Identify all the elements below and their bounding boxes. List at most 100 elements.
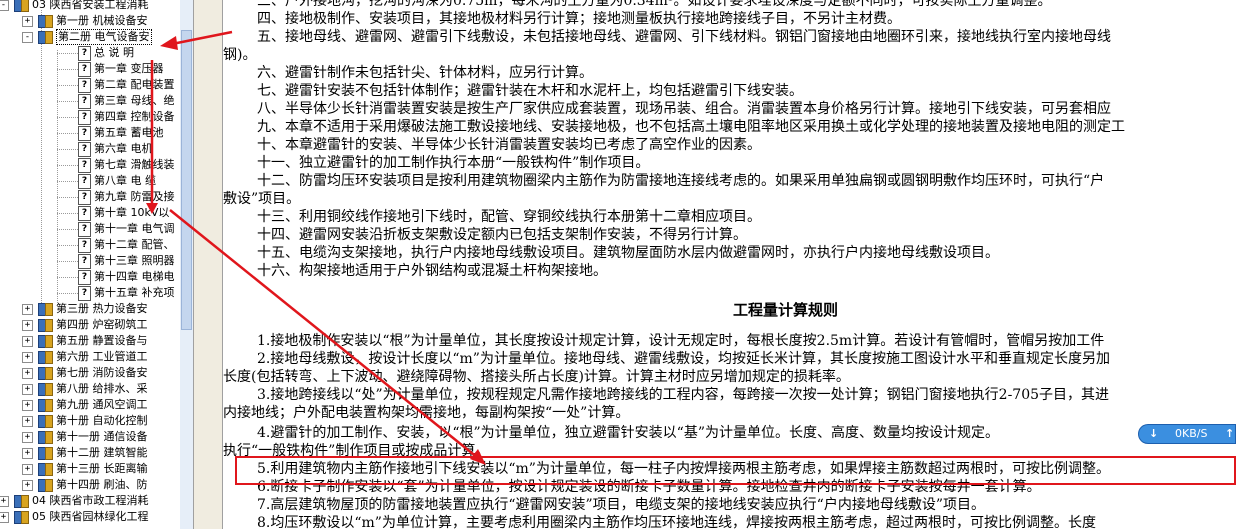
tree-node[interactable]: ? 第十四章 电梯电 (0, 269, 180, 285)
tree-node-label: 第十四册 刷油、防 (56, 478, 148, 491)
expand-toggle-icon[interactable]: + (22, 16, 33, 27)
pane-splitter[interactable] (193, 0, 223, 529)
content-line: 十一、独立避雷针的加工制作执行本册“一般铁构件”制作项目。 (257, 155, 650, 171)
tree-node[interactable]: ? 第二章 配电装置 (0, 77, 180, 93)
expand-toggle-icon[interactable]: + (22, 352, 33, 363)
book-icon (38, 334, 53, 348)
book-icon (14, 0, 29, 12)
tree-node[interactable]: + 第八册 给排水、采 (0, 381, 180, 397)
tree-node-label: 第五册 静置设备与 (56, 334, 148, 347)
book-icon (38, 30, 53, 44)
expand-toggle-icon[interactable]: + (22, 336, 33, 347)
tree-node-label: 第三章 母线、绝 (94, 94, 175, 107)
tree-node[interactable]: ? 第五章 蓄电池 (0, 125, 180, 141)
tree-node[interactable]: ? 第六章 电机 (0, 141, 180, 157)
expand-toggle-icon[interactable]: + (22, 448, 33, 459)
content-line: 六、避雷针制作未包括针尖、针体材料，应另行计算。 (257, 65, 593, 81)
help-page-icon: ? (78, 270, 91, 285)
collapse-toggle-icon[interactable]: - (22, 32, 33, 43)
tree-node[interactable]: + 第三册 热力设备安 (0, 301, 180, 317)
tree-node[interactable]: - 第二册 电气设备安 (0, 29, 180, 45)
expand-toggle-icon[interactable]: + (22, 416, 33, 427)
expand-toggle-icon[interactable]: + (22, 384, 33, 395)
tree-node[interactable]: + 第七册 消防设备安 (0, 365, 180, 381)
book-icon (38, 398, 53, 412)
tree-node[interactable]: ? 第十二章 配管、 (0, 237, 180, 253)
book-icon (38, 414, 53, 428)
tree-scrollbar-thumb[interactable] (181, 30, 192, 330)
tree-node[interactable]: ? 第十一章 电气调 (0, 221, 180, 237)
tree-node[interactable]: ? 第十五章 补充项 (0, 285, 180, 301)
tree-guide-branch (57, 197, 78, 198)
tree-node[interactable]: ? 第三章 母线、绝 (0, 93, 180, 109)
expand-toggle-icon[interactable]: + (0, 496, 9, 507)
help-page-icon: ? (78, 254, 91, 269)
content-line: 1.接地极制作安装以“根”为计量单位，其长度按设计规定计算，设计无规定时，每根长… (257, 333, 1105, 349)
tree-node[interactable]: + 第九册 通风空调工 (0, 397, 180, 413)
content-line: 2.接地母线敷设，按设计长度以“m”为计量单位。接地母线、避雷线敷设，均按延长米… (257, 351, 1110, 367)
tree-node-label: 第三册 热力设备安 (56, 302, 148, 315)
expand-toggle-icon[interactable]: + (22, 464, 33, 475)
book-icon (38, 302, 53, 316)
tree-node[interactable]: + 第十四册 刷油、防 (0, 477, 180, 493)
tree-node-label: 第九册 通风空调工 (56, 398, 148, 411)
tree-node[interactable]: ? 总 说 明 (0, 45, 180, 61)
tree-node-label: 第十四章 电梯电 (94, 270, 175, 283)
content-line: 十、本章避雷针的安装、半导体少长针消雷装置安装均已考虑了高空作业的因素。 (257, 137, 761, 153)
expand-toggle-icon[interactable]: + (22, 320, 33, 331)
expand-toggle-icon[interactable]: + (22, 400, 33, 411)
rules-heading: 工程量计算规则 (733, 301, 839, 319)
tree-node-label: 03 陕西省安装工程消耗 (32, 0, 149, 11)
tree-node[interactable]: ? 第一章 变压器 (0, 61, 180, 77)
expand-toggle-icon[interactable]: + (22, 368, 33, 379)
tree-guide-branch (57, 117, 78, 118)
tree-node[interactable]: + 第四册 炉窑砌筑工 (0, 317, 180, 333)
tree-node[interactable]: + 第十二册 建筑智能 (0, 445, 180, 461)
tree-node-label: 04 陕西省市政工程消耗 (32, 494, 149, 507)
tree-node[interactable]: + 第五册 静置设备与 (0, 333, 180, 349)
tree-guide-branch (57, 261, 78, 262)
tree-node[interactable]: ? 第四章 控制设备 (0, 109, 180, 125)
help-page-icon: ? (78, 206, 91, 221)
down-arrow-icon: ↓ (1149, 427, 1159, 440)
help-page-icon: ? (78, 110, 91, 125)
tree-node[interactable]: + 第六册 工业管道工 (0, 349, 180, 365)
expand-toggle-icon[interactable]: + (22, 304, 33, 315)
content-line: 七、避雷针安装不包括针体制作；避雷针装在木杆和水泥杆上，均包括避雷引下线安装。 (257, 83, 803, 99)
tree-node[interactable]: ? 第十章 10kV以 (0, 205, 180, 221)
help-page-icon: ? (78, 78, 91, 93)
tree-node[interactable]: + 第十一册 通信设备 (0, 429, 180, 445)
tree-guide-branch (57, 181, 78, 182)
tree-node-label: 第十一章 电气调 (94, 222, 175, 235)
content-line: 钢)。 (223, 47, 257, 63)
tree-node[interactable]: ? 第九章 防雷及接 (0, 189, 180, 205)
help-page-icon: ? (78, 286, 91, 301)
expand-toggle-icon[interactable]: + (22, 480, 33, 491)
tree-node[interactable]: +05 陕西省园林绿化工程 (0, 509, 180, 525)
tree-node[interactable]: ? 第八章 电 缆 (0, 173, 180, 189)
tree-node[interactable]: + 第十三册 长距离输 (0, 461, 180, 477)
tree-node[interactable]: + 第一册 机械设备安 (0, 13, 180, 29)
expand-toggle-icon[interactable]: + (0, 512, 9, 523)
tree-node[interactable]: ? 第七章 滑触线装 (0, 157, 180, 173)
tree-node[interactable]: + 第十册 自动化控制 (0, 413, 180, 429)
tree-scrollbar[interactable] (180, 0, 193, 529)
tree-guide-branch (57, 149, 78, 150)
tree-guide-branch (57, 69, 78, 70)
network-speed-widget[interactable]: ↓ 0KB/S ↑ (1138, 424, 1236, 444)
tree-node[interactable]: - 03 陕西省安装工程消耗 (0, 0, 180, 13)
collapse-toggle-icon[interactable]: - (0, 0, 9, 11)
tree-guide-branch (57, 277, 78, 278)
tree-node[interactable]: +04 陕西省市政工程消耗 (0, 493, 180, 509)
help-page-icon: ? (78, 94, 91, 109)
tree-node-label: 第二章 配电装置 (94, 78, 175, 91)
content-line: 十四、避雷网安装沿折板支架敷设定额内已包括支架制作安装，不得另行计算。 (257, 227, 747, 243)
content-line: 长度(包括转弯、上下波动、避绕障碍物、搭接头所占长度)计算。计算主材时应另增加规… (223, 369, 850, 385)
book-icon (38, 318, 53, 332)
tree-node-label: 第十三册 长距离输 (56, 462, 148, 475)
book-icon (38, 430, 53, 444)
book-icon (38, 382, 53, 396)
tree-node-label: 第一册 机械设备安 (56, 14, 148, 27)
tree-node[interactable]: ? 第十三章 照明器 (0, 253, 180, 269)
expand-toggle-icon[interactable]: + (22, 432, 33, 443)
